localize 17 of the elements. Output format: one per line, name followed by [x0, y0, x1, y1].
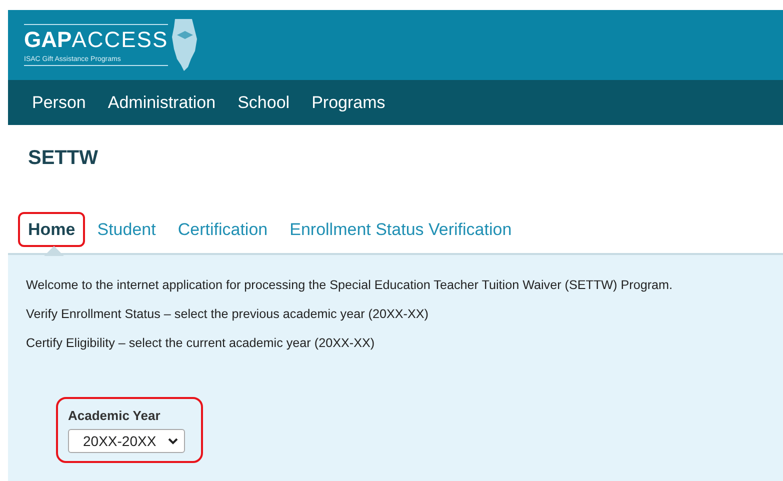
- academic-year-label: Academic Year: [68, 408, 162, 423]
- nav-item[interactable]: Programs: [302, 92, 396, 112]
- tab[interactable]: Student: [87, 212, 166, 246]
- chevron-down-icon: [168, 438, 178, 444]
- logo-title: GAPACCESS: [24, 27, 168, 53]
- nav-item[interactable]: School: [228, 92, 300, 112]
- academic-year-select[interactable]: 20XX-20XX: [68, 429, 186, 453]
- info-text: Welcome to the internet application for processing the Special Education Teacher Tuition Waiver (SETTW) Program.: [26, 277, 674, 293]
- tab[interactable]: Home: [18, 212, 86, 246]
- page-title: SETTW: [27, 146, 99, 171]
- state-map-icon: [172, 19, 198, 71]
- tab[interactable]: Enrollment Status Verification: [280, 212, 522, 246]
- info-text: Verify Enrollment Status – select the previous academic year (20XX-XX): [26, 306, 430, 322]
- nav-item[interactable]: Person: [22, 92, 96, 112]
- nav-item[interactable]: Administration: [98, 92, 226, 112]
- info-text: Certify Eligibility – select the current academic year (20XX-XX): [26, 335, 376, 351]
- tab[interactable]: Certification: [168, 212, 278, 246]
